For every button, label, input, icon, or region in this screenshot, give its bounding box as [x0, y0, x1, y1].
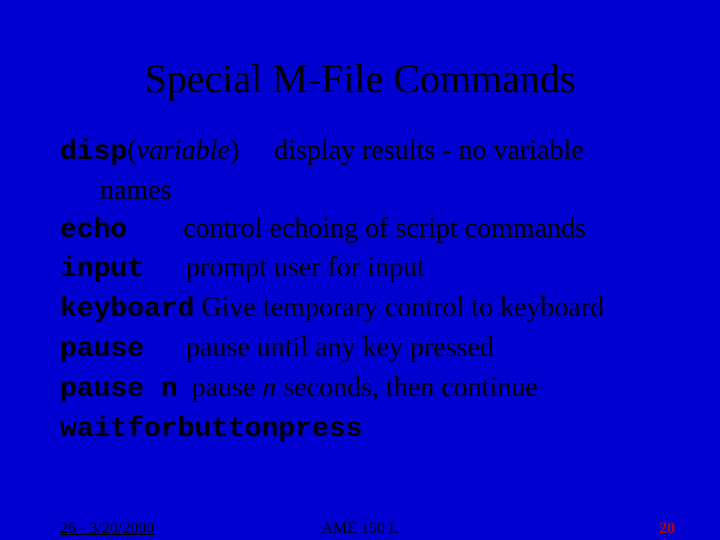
cmd-keyboard: keyboard	[60, 294, 194, 325]
cmd-wait-line: waitforbuttonpress	[60, 409, 680, 449]
cmd-pause: pause	[60, 334, 144, 365]
cmd-input: input	[60, 254, 144, 285]
slide: Special M-File Commands disp(variable) d…	[0, 0, 720, 540]
cmd-input-line: input prompt user for input	[60, 249, 680, 289]
cmd-keyboard-line: keyboard Give temporary control to keybo…	[60, 289, 680, 329]
cmd-echo-line: echo control echoing of script commands	[60, 210, 680, 250]
slide-title: Special M-File Commands	[0, 0, 720, 132]
footer-page-number: 20	[659, 520, 675, 538]
cmd-pausen-desc-n: n	[262, 372, 276, 403]
cmd-wait: waitforbuttonpress	[60, 414, 362, 445]
cmd-pausen-desc-b: seconds, then continue	[276, 372, 537, 403]
cmd-keyboard-desc: Give temporary control to keyboard	[201, 292, 604, 323]
slide-body: disp(variable) display results - no vari…	[0, 132, 720, 448]
cmd-pause-desc: pause until any key pressed	[186, 332, 494, 363]
paren-open: (	[127, 135, 136, 166]
footer-course: AME 150 L	[0, 520, 720, 538]
cmd-echo: echo	[60, 215, 127, 246]
cmd-pause-line: pause pause until any key pressed	[60, 329, 680, 369]
cmd-disp-arg: variable	[137, 135, 230, 166]
cmd-disp-line1: disp(variable) display results - no vari…	[60, 132, 680, 172]
cmd-disp: disp	[60, 137, 127, 168]
cmd-pausen-desc-a: pause	[192, 372, 263, 403]
cmd-echo-desc: control echoing of script commands	[183, 213, 586, 244]
cmd-input-desc: prompt user for input	[186, 252, 425, 283]
paren-close: )	[230, 135, 239, 166]
cmd-pausen-line: pause n pause n seconds, then continue	[60, 369, 680, 409]
cmd-pausen: pause n	[60, 374, 178, 405]
cmd-disp-line2: names	[60, 172, 680, 210]
cmd-disp-desc1: display results - no variable	[274, 135, 583, 166]
